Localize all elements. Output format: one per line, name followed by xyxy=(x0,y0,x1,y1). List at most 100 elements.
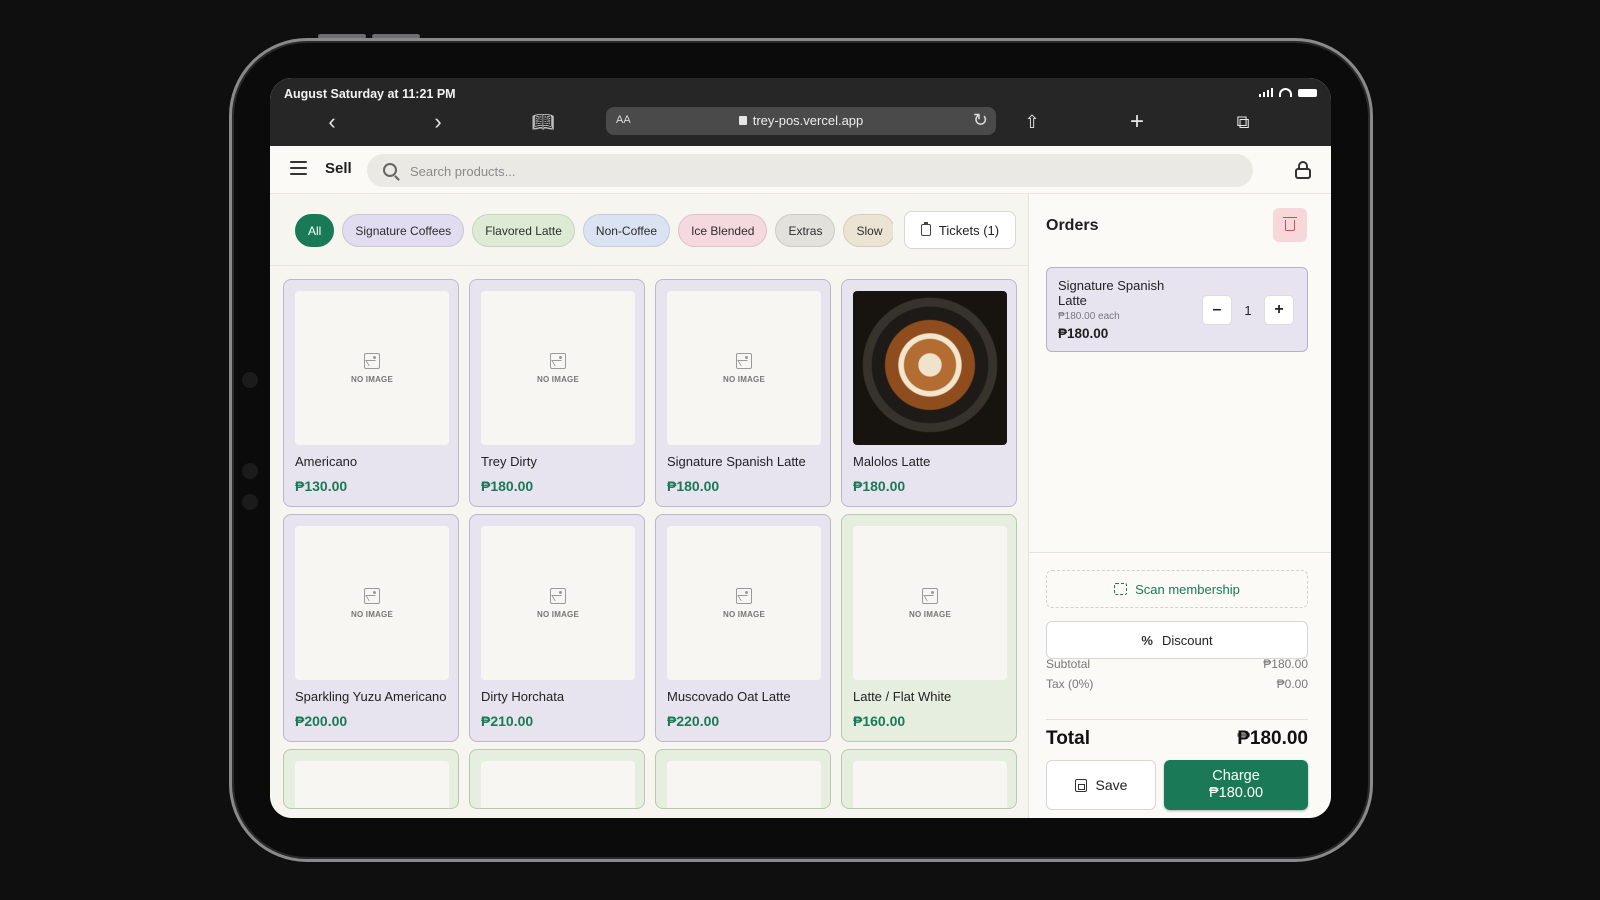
page-title: Sell xyxy=(325,160,352,177)
no-image-label: NO IMAGE xyxy=(722,375,766,384)
menu-icon[interactable] xyxy=(290,161,307,175)
image-icon xyxy=(364,353,380,369)
new-tab-icon[interactable]: + xyxy=(1122,108,1152,135)
no-image-label: NO IMAGE xyxy=(536,375,580,384)
back-icon[interactable]: ‹ xyxy=(317,109,347,135)
product-price: ₱130.00 xyxy=(295,478,348,494)
clipboard-icon xyxy=(920,222,931,236)
no-image-label: NO IMAGE xyxy=(722,610,766,619)
reload-icon[interactable]: ↻ xyxy=(973,110,988,131)
app-header: Sell xyxy=(270,146,1331,194)
category-chip[interactable]: All xyxy=(295,214,335,247)
tax-value: ₱0.00 xyxy=(1276,677,1308,691)
category-bar: All Signature Coffees Flavored Latte Non-Co… xyxy=(270,194,1028,266)
category-chip[interactable]: Slow xyxy=(843,214,893,247)
quantity-value: 1 xyxy=(1244,302,1252,318)
increment-button[interactable]: + xyxy=(1264,295,1294,325)
product-image-placeholder: NO IMAGE xyxy=(481,526,635,680)
trash-icon xyxy=(1283,216,1297,231)
order-item[interactable]: Signature Spanish Latte ₱180.00 each ₱18… xyxy=(1046,267,1308,352)
category-chip[interactable]: Non-Coffee xyxy=(582,214,671,247)
scan-membership-button[interactable]: Scan membership xyxy=(1046,570,1308,608)
product-image-placeholder: NO IMAGE xyxy=(481,291,635,445)
product-name: Americano xyxy=(295,454,358,469)
total-value: ₱180.00 xyxy=(1237,728,1308,749)
image-icon xyxy=(550,353,566,369)
search-input[interactable] xyxy=(410,160,1230,182)
product-name: Malolos Latte xyxy=(853,454,931,469)
tickets-button[interactable]: Tickets (1) xyxy=(904,211,1016,249)
product-price: ₱220.00 xyxy=(667,713,720,729)
sensor-dot xyxy=(242,463,258,479)
category-chip[interactable]: Ice Blended xyxy=(678,214,768,247)
camera-dot xyxy=(242,372,258,388)
product-image-placeholder xyxy=(853,761,1007,808)
product-name: Sparkling Yuzu Americano xyxy=(295,689,447,704)
no-image-label: NO IMAGE xyxy=(908,610,952,619)
product-card[interactable]: NO IMAGE Trey Dirty ₱180.00 xyxy=(469,279,645,507)
divider xyxy=(1046,719,1308,720)
product-card[interactable]: NO IMAGE Latte / Flat White ₱160.00 xyxy=(841,514,1017,742)
save-label: Save xyxy=(1095,777,1128,793)
url-text: trey-pos.vercel.app xyxy=(606,113,996,128)
product-name: Signature Spanish Latte xyxy=(667,454,806,469)
order-item-name: Signature Spanish Latte xyxy=(1058,278,1165,308)
sensor-dot xyxy=(242,494,258,510)
product-card[interactable] xyxy=(655,749,831,809)
product-image-placeholder: NO IMAGE xyxy=(295,291,449,445)
decrement-button[interactable]: – xyxy=(1202,295,1232,325)
search-icon xyxy=(383,163,397,177)
image-icon xyxy=(736,588,752,604)
subtotal-value: ₱180.00 xyxy=(1263,657,1308,671)
bookmarks-icon[interactable]: 📖︎ xyxy=(528,109,558,135)
product-card[interactable]: NO IMAGE Signature Spanish Latte ₱180.00 xyxy=(655,279,831,507)
product-card[interactable] xyxy=(469,749,645,809)
product-price: ₱180.00 xyxy=(853,478,906,494)
signal-icon xyxy=(1258,88,1273,97)
product-card[interactable]: NO IMAGE Dirty Horchata ₱210.00 xyxy=(469,514,645,742)
no-image-label: NO IMAGE xyxy=(536,610,580,619)
lock-icon[interactable] xyxy=(1295,161,1311,179)
product-image-placeholder: NO IMAGE xyxy=(295,526,449,680)
scan-label: Scan membership xyxy=(1135,581,1240,597)
screen: August Saturday at 11:21 PM ‹ › 📖︎ AA tr… xyxy=(270,78,1331,818)
product-image-placeholder xyxy=(481,761,635,808)
lock-icon xyxy=(738,116,747,125)
product-card[interactable]: NO IMAGE Muscovado Oat Latte ₱220.00 xyxy=(655,514,831,742)
product-name: Dirty Horchata xyxy=(481,689,565,704)
browser-toolbar: August Saturday at 11:21 PM ‹ › 📖︎ AA tr… xyxy=(270,78,1331,146)
category-chip[interactable]: Extras xyxy=(775,214,836,247)
charge-label: Charge xyxy=(1212,768,1260,784)
total-row: Total ₱180.00 xyxy=(1046,728,1308,750)
percent-icon: % xyxy=(1141,632,1153,648)
category-chip[interactable]: Signature Coffees xyxy=(342,214,465,247)
forward-icon[interactable]: › xyxy=(423,109,453,135)
address-bar[interactable]: AA trey-pos.vercel.app ↻ xyxy=(606,107,996,135)
tabs-icon[interactable]: ⧉ xyxy=(1228,109,1258,135)
discount-label: Discount xyxy=(1161,632,1213,648)
clear-orders-button[interactable] xyxy=(1273,208,1307,242)
order-item-unit-price: ₱180.00 each xyxy=(1058,311,1120,322)
product-image-placeholder: NO IMAGE xyxy=(667,526,821,680)
product-card[interactable]: Malolos Latte ₱180.00 xyxy=(841,279,1017,507)
charge-button[interactable]: Charge ₱180.00 xyxy=(1164,760,1308,810)
search-bar[interactable] xyxy=(367,154,1253,187)
charge-amount: ₱180.00 xyxy=(1208,785,1264,801)
product-card[interactable]: NO IMAGE Sparkling Yuzu Americano ₱200.00 xyxy=(283,514,459,742)
share-icon[interactable]: ⇧ xyxy=(1017,109,1047,135)
no-image-label: NO IMAGE xyxy=(350,375,394,384)
product-card[interactable] xyxy=(841,749,1017,809)
order-item-total: ₱180.00 xyxy=(1058,326,1109,341)
product-card[interactable] xyxy=(283,749,459,809)
orders-title: Orders xyxy=(1046,217,1099,234)
total-label: Total xyxy=(1046,728,1090,749)
image-icon xyxy=(922,588,938,604)
subtotal-label: Subtotal xyxy=(1046,657,1091,671)
discount-button[interactable]: % Discount xyxy=(1046,621,1308,659)
product-image-placeholder: NO IMAGE xyxy=(853,526,1007,680)
product-card[interactable]: NO IMAGE Americano ₱130.00 xyxy=(283,279,459,507)
product-price: ₱210.00 xyxy=(481,713,534,729)
product-price: ₱180.00 xyxy=(667,478,720,494)
save-button[interactable]: Save xyxy=(1046,760,1156,810)
category-chip[interactable]: Flavored Latte xyxy=(472,214,575,247)
